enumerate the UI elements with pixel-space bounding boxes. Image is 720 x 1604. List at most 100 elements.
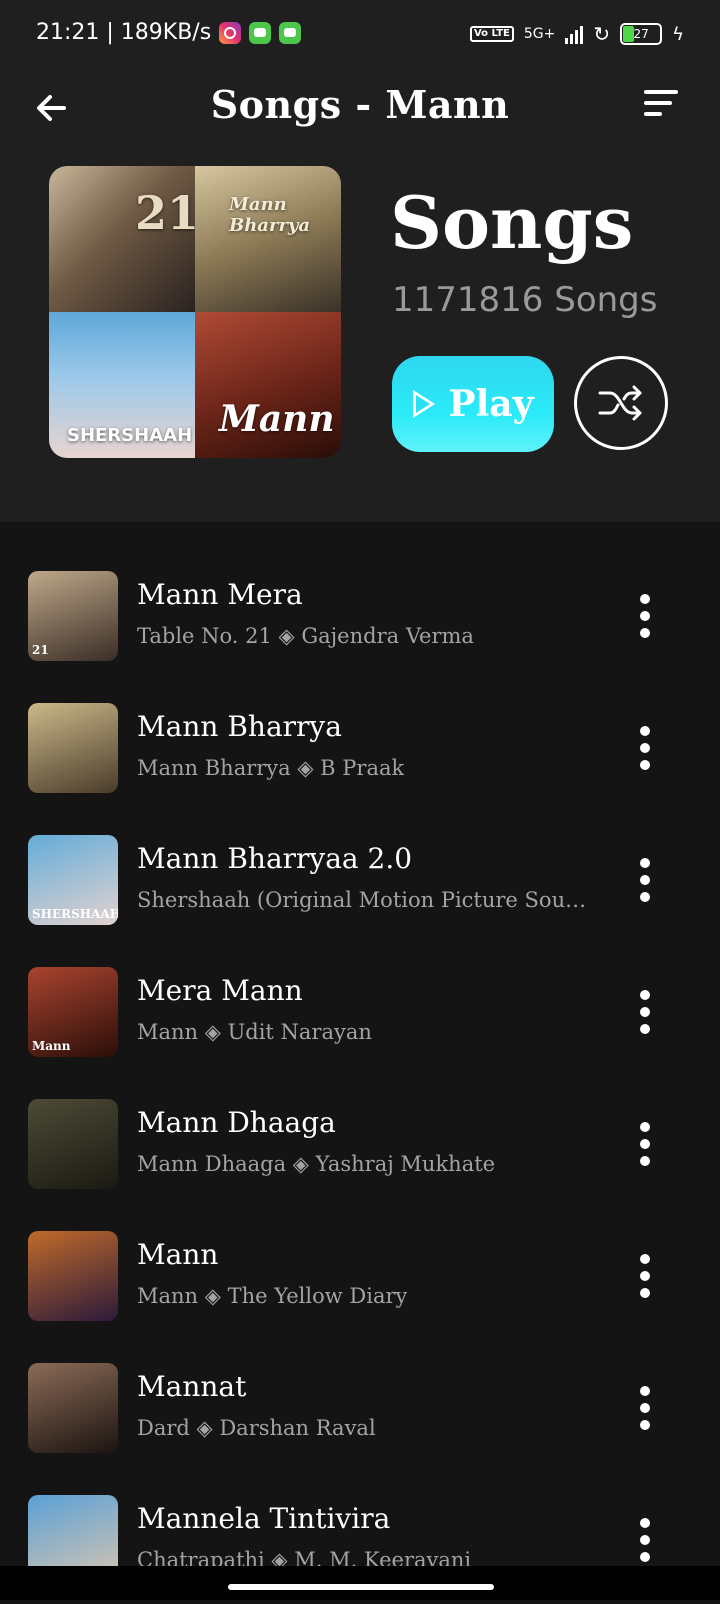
play-button[interactable]: Play — [392, 356, 554, 452]
playlist-header-area: 21:21 | 189KB/s Vo LTE 5G+ ↻ 27 ϟ Songs … — [0, 0, 720, 522]
song-subtitle: Dard ◈ Darshan Raval — [137, 1416, 376, 1440]
more-dot-icon — [640, 1420, 650, 1430]
song-title: Mannat — [137, 1370, 247, 1403]
more-dot-icon — [640, 1386, 650, 1396]
more-dot-icon — [640, 743, 650, 753]
more-options-button[interactable] — [638, 594, 652, 638]
more-dot-icon — [640, 1156, 650, 1166]
more-dot-icon — [640, 892, 650, 902]
song-thumbnail: SHERSHAAH — [28, 835, 118, 925]
cover-tile-mann: Mann — [195, 312, 341, 458]
song-thumbnail — [28, 1099, 118, 1189]
more-dot-icon — [640, 858, 650, 868]
song-row[interactable]: Mannat Dard ◈ Darshan Raval — [0, 1340, 720, 1472]
more-dot-icon — [640, 990, 650, 1000]
playlist-title: Songs — [390, 180, 634, 265]
cover-tile-table-no-21: 21 — [49, 166, 195, 312]
shuffle-icon — [598, 385, 642, 421]
more-options-button[interactable] — [638, 1386, 652, 1430]
status-left: 21:21 | 189KB/s — [36, 20, 302, 45]
more-options-button[interactable] — [638, 1518, 652, 1562]
song-thumbnail — [28, 1363, 118, 1453]
song-subtitle: Table No. 21 ◈ Gajendra Verma — [137, 624, 474, 648]
status-bar: 21:21 | 189KB/s Vo LTE 5G+ ↻ 27 ϟ — [0, 0, 720, 72]
song-subtitle: Mann Dhaaga ◈ Yashraj Mukhate — [137, 1152, 496, 1176]
more-dot-icon — [640, 1518, 650, 1528]
cover-text: SHERSHAAH — [67, 425, 193, 446]
app-header: Songs - Mann — [0, 72, 720, 162]
more-options-button[interactable] — [638, 858, 652, 902]
more-dot-icon — [640, 1535, 650, 1545]
more-dot-icon — [640, 760, 650, 770]
more-dot-icon — [640, 1007, 650, 1017]
more-options-button[interactable] — [638, 990, 652, 1034]
song-thumbnail — [28, 1231, 118, 1321]
shuffle-button[interactable] — [574, 356, 668, 450]
instagram-icon — [219, 21, 242, 44]
thumbnail-text: SHERSHAAH — [32, 907, 118, 921]
more-dot-icon — [640, 1552, 650, 1562]
song-title: Mann Bharryaa 2.0 — [137, 842, 413, 875]
cover-tile-shershaah: SHERSHAAH — [49, 312, 195, 458]
song-title: Mera Mann — [137, 974, 303, 1007]
notification-app-icon-2 — [279, 21, 302, 44]
more-dot-icon — [640, 726, 650, 736]
navigation-bar — [0, 1566, 720, 1600]
thumbnail-text: Mann — [32, 1039, 71, 1053]
more-dot-icon — [640, 1139, 650, 1149]
more-dot-icon — [640, 628, 650, 638]
cover-text: 21 — [135, 186, 195, 240]
more-dot-icon — [640, 1403, 650, 1413]
song-thumbnail — [28, 703, 118, 793]
network-type: 5G+ — [523, 26, 556, 42]
song-row[interactable]: Mann Mann ◈ The Yellow Diary — [0, 1208, 720, 1340]
more-dot-icon — [640, 1288, 650, 1298]
more-options-button[interactable] — [638, 1254, 652, 1298]
song-row[interactable]: 21 Mann Mera Table No. 21 ◈ Gajendra Verma — [0, 548, 720, 680]
song-thumbnail: 21 — [28, 571, 118, 661]
song-subtitle: Mann ◈ The Yellow Diary — [137, 1284, 408, 1308]
more-dot-icon — [640, 1122, 650, 1132]
more-dot-icon — [640, 611, 650, 621]
volte-icon: Vo LTE — [469, 26, 514, 42]
page-title: Songs - Mann — [210, 82, 510, 127]
cover-text: Mann Bharrya — [229, 194, 311, 236]
song-row[interactable]: Mann Mera Mann Mann ◈ Udit Narayan — [0, 944, 720, 1076]
playlist-cover-mosaic: 21 Mann Bharrya SHERSHAAH Mann — [49, 166, 341, 458]
song-count: 1171816 Songs — [392, 280, 658, 320]
song-title: Mannela Tintivira — [137, 1502, 391, 1535]
more-dot-icon — [640, 594, 650, 604]
song-list: 21 Mann Mera Table No. 21 ◈ Gajendra Verma… — [0, 548, 720, 1604]
song-subtitle: Shershaah (Original Motion Picture Sound… — [137, 888, 587, 912]
cover-text: Mann — [219, 398, 335, 440]
more-options-button[interactable] — [638, 1122, 652, 1166]
song-row[interactable]: Mann Bharrya Mann Bharrya ◈ B Praak — [0, 680, 720, 812]
status-time-speed: 21:21 | 189KB/s — [36, 20, 212, 45]
more-dot-icon — [640, 875, 650, 885]
charging-icon: ϟ — [672, 23, 684, 45]
more-dot-icon — [640, 1254, 650, 1264]
battery-icon: 27 — [620, 23, 663, 45]
home-indicator[interactable] — [228, 1584, 494, 1590]
song-title: Mann — [137, 1238, 219, 1271]
more-options-button[interactable] — [638, 726, 652, 770]
more-dot-icon — [640, 1024, 650, 1034]
status-right: Vo LTE 5G+ ↻ 27 ϟ — [469, 22, 684, 46]
song-title: Mann Mera — [137, 578, 303, 611]
battery-level: 27 — [633, 27, 649, 41]
more-dot-icon — [640, 1271, 650, 1281]
sort-button[interactable] — [644, 90, 684, 124]
play-label: Play — [448, 383, 534, 425]
song-subtitle: Mann ◈ Udit Narayan — [137, 1020, 372, 1044]
signal-icon — [565, 24, 584, 44]
song-row[interactable]: Mann Dhaaga Mann Dhaaga ◈ Yashraj Mukhate — [0, 1076, 720, 1208]
song-subtitle: Mann Bharrya ◈ B Praak — [137, 756, 405, 780]
song-thumbnail: Mann — [28, 967, 118, 1057]
song-title: Mann Bharrya — [137, 710, 342, 743]
hotspot-icon: ↻ — [593, 22, 611, 46]
play-icon — [412, 390, 435, 418]
song-row[interactable]: SHERSHAAH Mann Bharryaa 2.0 Shershaah (Ori… — [0, 812, 720, 944]
thumbnail-text: 21 — [32, 643, 49, 657]
notification-app-icon — [249, 21, 272, 44]
song-title: Mann Dhaaga — [137, 1106, 336, 1139]
